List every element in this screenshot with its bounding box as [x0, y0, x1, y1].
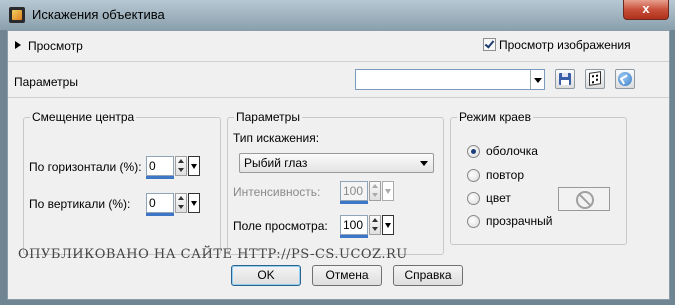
edge-mode-title: Режим краев [457, 110, 533, 124]
field-of-view-spinner[interactable]: 100 [340, 215, 396, 238]
spin-arrows-icon [369, 181, 381, 201]
preview-toggle-label[interactable]: Просмотр [28, 39, 83, 53]
dice-icon [589, 71, 601, 86]
close-icon: x [642, 1, 650, 16]
horizontal-offset-slider[interactable] [146, 176, 174, 179]
expand-preview-icon[interactable] [15, 41, 21, 49]
intensity-label: Интенсивность: [233, 185, 321, 199]
radio-transparent-label[interactable]: прозрачный [486, 214, 553, 228]
chevron-down-icon[interactable] [530, 70, 544, 89]
vertical-offset-label: По вертикали (%): [29, 197, 131, 211]
reset-arrow-icon [618, 72, 632, 86]
chevron-down-icon[interactable] [188, 156, 200, 176]
intensity-slider [340, 201, 368, 204]
divider [8, 61, 669, 62]
presets-combo[interactable] [355, 69, 545, 90]
chevron-down-icon[interactable] [188, 193, 200, 213]
preview-image-label[interactable]: Просмотр изображения [499, 38, 631, 52]
app-icon [9, 7, 25, 23]
radio-transparent[interactable] [467, 215, 480, 228]
help-button[interactable]: Справка [393, 265, 463, 286]
parameters-title: Параметры [234, 110, 302, 124]
field-of-view-label: Поле просмотра: [233, 219, 328, 233]
cancel-button[interactable]: Отмена [312, 265, 382, 286]
field-of-view-input[interactable]: 100 [340, 215, 368, 235]
window-title: Искажения объектива [32, 7, 165, 22]
no-color-icon [576, 191, 594, 209]
horizontal-offset-input[interactable]: 0 [146, 156, 174, 176]
field-of-view-slider[interactable] [340, 235, 368, 238]
chevron-down-icon[interactable] [382, 215, 394, 235]
edge-color-swatch [558, 187, 610, 211]
spin-arrows-icon[interactable] [369, 215, 381, 235]
save-preset-button[interactable] [555, 69, 575, 89]
vertical-offset-spinner[interactable]: 0 [146, 193, 202, 216]
horizontal-offset-spinner[interactable]: 0 [146, 156, 202, 179]
distortion-type-label: Тип искажения: [233, 131, 320, 145]
spin-arrows-icon[interactable] [175, 156, 187, 176]
intensity-spinner: 100 [340, 181, 396, 204]
presets-label: Параметры [14, 75, 78, 89]
reset-button[interactable] [615, 69, 635, 89]
radio-color[interactable] [467, 192, 480, 205]
spin-arrows-icon[interactable] [175, 193, 187, 213]
vertical-offset-slider[interactable] [146, 213, 174, 216]
intensity-input: 100 [340, 181, 368, 201]
preview-image-checkbox[interactable] [483, 38, 496, 51]
radio-wrap-label[interactable]: оболочка [486, 144, 538, 158]
divider [8, 97, 669, 98]
radio-repeat[interactable] [467, 169, 480, 182]
radio-wrap[interactable] [467, 145, 480, 158]
horizontal-offset-label: По горизонтали (%): [29, 160, 142, 174]
dialog-client-area: Просмотр Просмотр изображения Параметры … [7, 30, 670, 300]
randomize-button[interactable] [585, 69, 605, 89]
radio-color-label[interactable]: цвет [486, 191, 511, 205]
center-offset-title: Смещение центра [30, 110, 137, 124]
dialog-window: Искажения объектива x Просмотр Просмотр … [0, 0, 675, 305]
center-offset-group: Смещение центра По горизонтали (%): 0 По… [23, 110, 221, 255]
preview-bar: Просмотр Просмотр изображения [8, 31, 669, 61]
title-bar[interactable]: Искажения объектива x [0, 0, 675, 30]
vertical-offset-input[interactable]: 0 [146, 193, 174, 213]
radio-repeat-label[interactable]: повтор [486, 168, 524, 182]
parameters-group: Параметры Тип искажения: Рыбий глаз Инте… [227, 110, 444, 255]
ok-button[interactable]: OK [231, 265, 301, 286]
edge-mode-group: Режим краев оболочка повтор цвет прозрач… [450, 110, 627, 245]
site-watermark: ОПУБЛИКОВАНО НА САЙТЕ HTTP://PS-CS.UCOZ.… [18, 247, 408, 262]
chevron-down-icon [382, 181, 394, 201]
distortion-type-select[interactable]: Рыбий глаз [239, 153, 434, 173]
floppy-disk-icon [559, 73, 571, 85]
close-button[interactable]: x [623, 0, 669, 20]
